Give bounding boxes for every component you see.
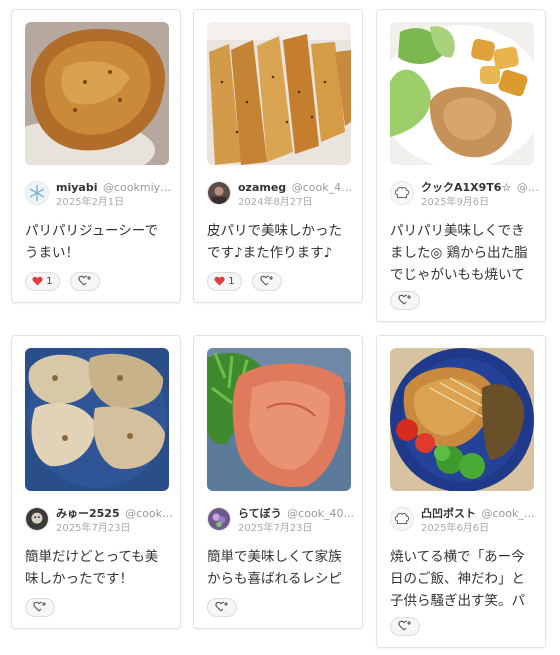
author-name-line: クックA1X9T6☆ @c... — [421, 180, 539, 195]
author-name-line: 凸凹ポスト @cook_4... — [421, 506, 539, 521]
heart-icon — [32, 276, 43, 286]
author-name[interactable]: みゅー2525 — [56, 507, 120, 520]
add-reaction-button[interactable] — [25, 598, 55, 617]
reaction-bar — [25, 598, 60, 617]
author-handle: @c... — [516, 181, 539, 194]
tsukurepo-card[interactable]: クックA1X9T6☆ @c... 2025年9月6日 パリパリ美味しくできました… — [376, 9, 546, 322]
dish-photo[interactable] — [390, 22, 534, 165]
heart-icon — [214, 276, 225, 286]
author-handle: @cook_40... — [287, 507, 355, 520]
add-reaction-button[interactable] — [390, 617, 420, 636]
post-date: 2025年2月1日 — [56, 197, 125, 208]
author-name[interactable]: ozameg — [238, 181, 286, 194]
reaction-heart-button[interactable]: 1 — [25, 272, 60, 291]
post-date: 2025年6月6日 — [421, 523, 490, 534]
dish-photo[interactable] — [25, 22, 169, 165]
add-reaction-button[interactable] — [69, 272, 100, 291]
tsukurepo-card[interactable]: みゅー2525 @cook_... 2025年7月23日 簡単だけどとっても美味… — [11, 335, 181, 629]
dish-photo[interactable] — [207, 22, 351, 165]
chef-hat-icon[interactable] — [390, 507, 414, 531]
author-info[interactable]: 凸凹ポスト @cook_4... 2025年6月6日 — [390, 506, 539, 538]
comment-text: パリパリジューシーでうまい！ — [25, 223, 158, 261]
author-handle: @cook_... — [125, 507, 174, 520]
comment-text: 簡単だけどとっても美味しかったです！ — [25, 549, 159, 587]
author-name[interactable]: miyabi — [56, 181, 97, 194]
author-name[interactable]: らてぼう — [238, 507, 282, 520]
author-info[interactable]: miyabi @cookmiyabi 2025年2月1日 — [25, 180, 174, 212]
author-name[interactable]: 凸凹ポスト — [421, 507, 476, 520]
reaction-count: 1 — [46, 276, 53, 287]
reaction-heart-button[interactable]: 1 — [207, 272, 242, 291]
add-reaction-button[interactable] — [390, 291, 420, 310]
flower-photo-icon[interactable] — [207, 507, 231, 531]
tsukurepo-card[interactable]: 凸凹ポスト @cook_4... 2025年6月6日 焼いてる横で「あー今日のご… — [376, 335, 546, 648]
comment-text: 簡単で美味しくて家族からも喜ばれるレシピ — [207, 549, 342, 587]
add-reaction-button[interactable] — [251, 272, 282, 291]
user-photo-icon[interactable] — [25, 507, 49, 531]
author-info[interactable]: クックA1X9T6☆ @c... 2025年9月6日 — [390, 180, 539, 212]
author-name-line: ozameg @cook_404... — [238, 180, 356, 195]
author-handle: @cook_404... — [291, 181, 356, 194]
add-reaction-icon — [398, 294, 411, 305]
add-reaction-icon — [260, 275, 273, 286]
chef-hat-icon[interactable] — [390, 181, 414, 205]
comment-text: 皮パリで美味しかったです♪また作ります♪ — [207, 223, 342, 261]
user-photo-icon[interactable] — [207, 181, 231, 205]
reaction-bar — [390, 617, 425, 636]
comment-text: パリパリ美味しくできました◎ 鶏から出た脂でじゃがいもも焼いてみま... — [390, 223, 528, 283]
add-reaction-button[interactable] — [207, 598, 237, 617]
add-reaction-icon — [398, 620, 411, 631]
reaction-bar — [207, 598, 242, 617]
author-handle: @cook_4... — [481, 507, 540, 520]
comment-text: 焼いてる横で「あー今日のご飯、神だわ」と子供ら騒ぎ出す笑。パリパ... — [390, 549, 525, 609]
author-name[interactable]: クックA1X9T6☆ — [421, 181, 511, 194]
tsukurepo-card[interactable]: miyabi @cookmiyabi 2025年2月1日 パリパリジューシーでう… — [11, 9, 181, 303]
dish-photo[interactable] — [390, 348, 534, 491]
post-date: 2025年7月23日 — [56, 523, 131, 534]
tsukurepo-card[interactable]: らてぼう @cook_40... 2025年7月23日 簡単で美味しくて家族から… — [193, 335, 363, 629]
post-date: 2025年9月6日 — [421, 197, 490, 208]
author-info[interactable]: ozameg @cook_404... 2024年8月27日 — [207, 180, 356, 212]
post-date: 2024年8月27日 — [238, 197, 313, 208]
reaction-bar — [390, 291, 425, 310]
add-reaction-icon — [33, 601, 46, 612]
author-name-line: らてぼう @cook_40... — [238, 506, 356, 521]
dish-photo[interactable] — [25, 348, 169, 491]
add-reaction-icon — [215, 601, 228, 612]
add-reaction-icon — [78, 275, 91, 286]
author-name-line: みゅー2525 @cook_... — [56, 506, 174, 521]
reaction-bar: 1 — [25, 272, 105, 291]
tsukurepo-card[interactable]: ozameg @cook_404... 2024年8月27日 皮パリで美味しかっ… — [193, 9, 363, 303]
author-info[interactable]: みゅー2525 @cook_... 2025年7月23日 — [25, 506, 174, 538]
dish-photo[interactable] — [207, 348, 351, 491]
author-handle: @cookmiyabi — [102, 181, 174, 194]
reaction-count: 1 — [228, 276, 235, 287]
snowflake-icon[interactable] — [25, 181, 49, 205]
author-info[interactable]: らてぼう @cook_40... 2025年7月23日 — [207, 506, 356, 538]
author-name-line: miyabi @cookmiyabi — [56, 180, 174, 195]
reaction-bar: 1 — [207, 272, 287, 291]
post-date: 2025年7月23日 — [238, 523, 313, 534]
